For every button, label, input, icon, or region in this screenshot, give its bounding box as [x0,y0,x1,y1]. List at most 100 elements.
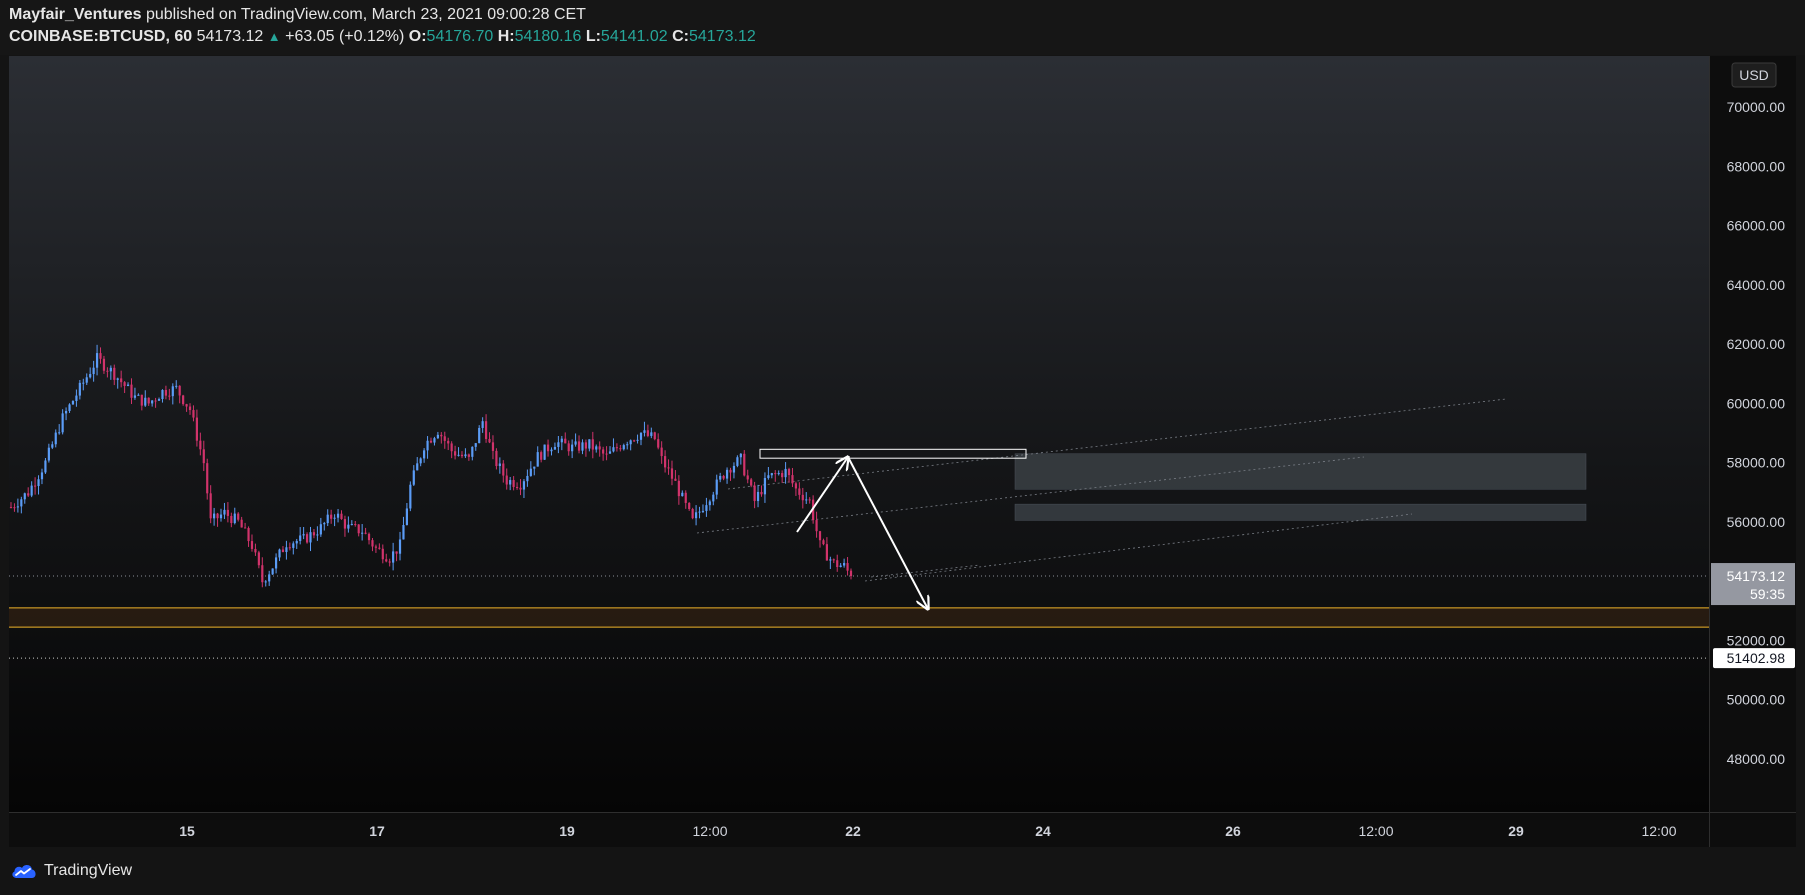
support-zone [9,607,1709,628]
candle-body [719,475,722,480]
candle-body [464,454,467,457]
candle-body [285,547,288,553]
candle-body [195,417,199,441]
candle [271,568,274,575]
candle-body [295,540,298,544]
candle-body [722,475,725,479]
x-tick-label: 12:00 [1641,823,1676,839]
candle-body [89,374,92,378]
candle-body [230,515,233,524]
candle-body [33,485,37,487]
candle-body [474,443,477,447]
candle-body [192,410,195,418]
candle-body [657,439,660,448]
currency-button[interactable]: USD [1731,62,1777,88]
candle-body [560,438,563,443]
candle-body [336,513,340,518]
candle-body [753,485,756,502]
candle-body [175,385,178,387]
candle-body [694,512,698,519]
candle-body [316,534,319,536]
candle-body [281,549,285,553]
candle-body [206,463,209,494]
tradingview-cloud-icon [12,864,36,878]
y-tick-label: 48000.00 [1727,751,1786,767]
candle-body [71,401,75,405]
candle-body [202,449,205,464]
candle-body [354,524,357,526]
tradingview-logo[interactable]: TradingView [10,862,132,880]
candle-body [312,532,316,536]
candle-body [839,565,842,568]
candle-body [82,382,85,384]
candle-body [502,463,505,476]
candle [543,444,546,460]
candle-body [705,505,708,511]
tradingview-text: TradingView [44,862,133,879]
candle-body [818,531,822,541]
candle-body [636,439,639,441]
candle-body [51,444,54,448]
y-tick-label: 68000.00 [1727,158,1786,174]
currency-label: USD [1739,67,1769,83]
candle-body [571,444,574,452]
candle-body [681,492,684,497]
candle-body [781,473,784,478]
candle-body [639,432,643,440]
candle-body [412,470,415,485]
candle-body [178,385,181,396]
candle-body [805,499,808,501]
candle-body [182,395,185,405]
candle-body [257,552,260,566]
candle-body [471,446,474,457]
candle-body [247,528,250,542]
candle-body [522,481,526,490]
candle-body [650,432,653,436]
candle-body [68,404,71,411]
candle-body [357,524,360,534]
candle-body [388,561,391,563]
x-tick-label: 24 [1035,823,1051,839]
footer [0,851,1805,895]
candle-body [144,397,147,406]
candle-body [526,475,529,482]
chart-background [9,56,1709,812]
candle-body [323,523,326,525]
candle-body [429,440,433,443]
candle-body [61,413,64,433]
y-tick-label: 62000.00 [1727,336,1786,352]
price-chart[interactable]: 48000.0050000.0052000.0054000.0056000.00… [0,0,1805,895]
candle-body [271,568,274,575]
candle-body [598,446,601,450]
candle-body [374,546,378,548]
candle-body [302,534,305,536]
candle-body [746,475,749,480]
candle-body [343,519,347,529]
candle-body [137,394,140,396]
candle-body [736,457,739,466]
candle-body [161,389,164,399]
candle-body [347,524,350,529]
candle-body [168,395,171,397]
candle-body [567,443,570,452]
candle-body [543,444,546,460]
candle-body [188,406,192,411]
candle-body [416,463,419,471]
candle-body [133,395,137,398]
candle-body [340,513,343,520]
candle-body [185,404,188,407]
y-tick-label: 52000.00 [1727,632,1786,648]
current-price-label: 54173.12 [1727,568,1786,584]
candle-body [102,358,106,371]
candle-body [529,468,532,476]
candle-body [822,540,825,545]
supply-zone-1 [1014,453,1587,490]
candle-body [64,410,68,414]
candle-body [423,450,426,459]
y-tick-label: 70000.00 [1727,99,1786,115]
candle-body [37,479,40,487]
candle-body [774,473,777,475]
candle [653,431,656,441]
candle-body [546,444,550,452]
candle [691,507,694,520]
